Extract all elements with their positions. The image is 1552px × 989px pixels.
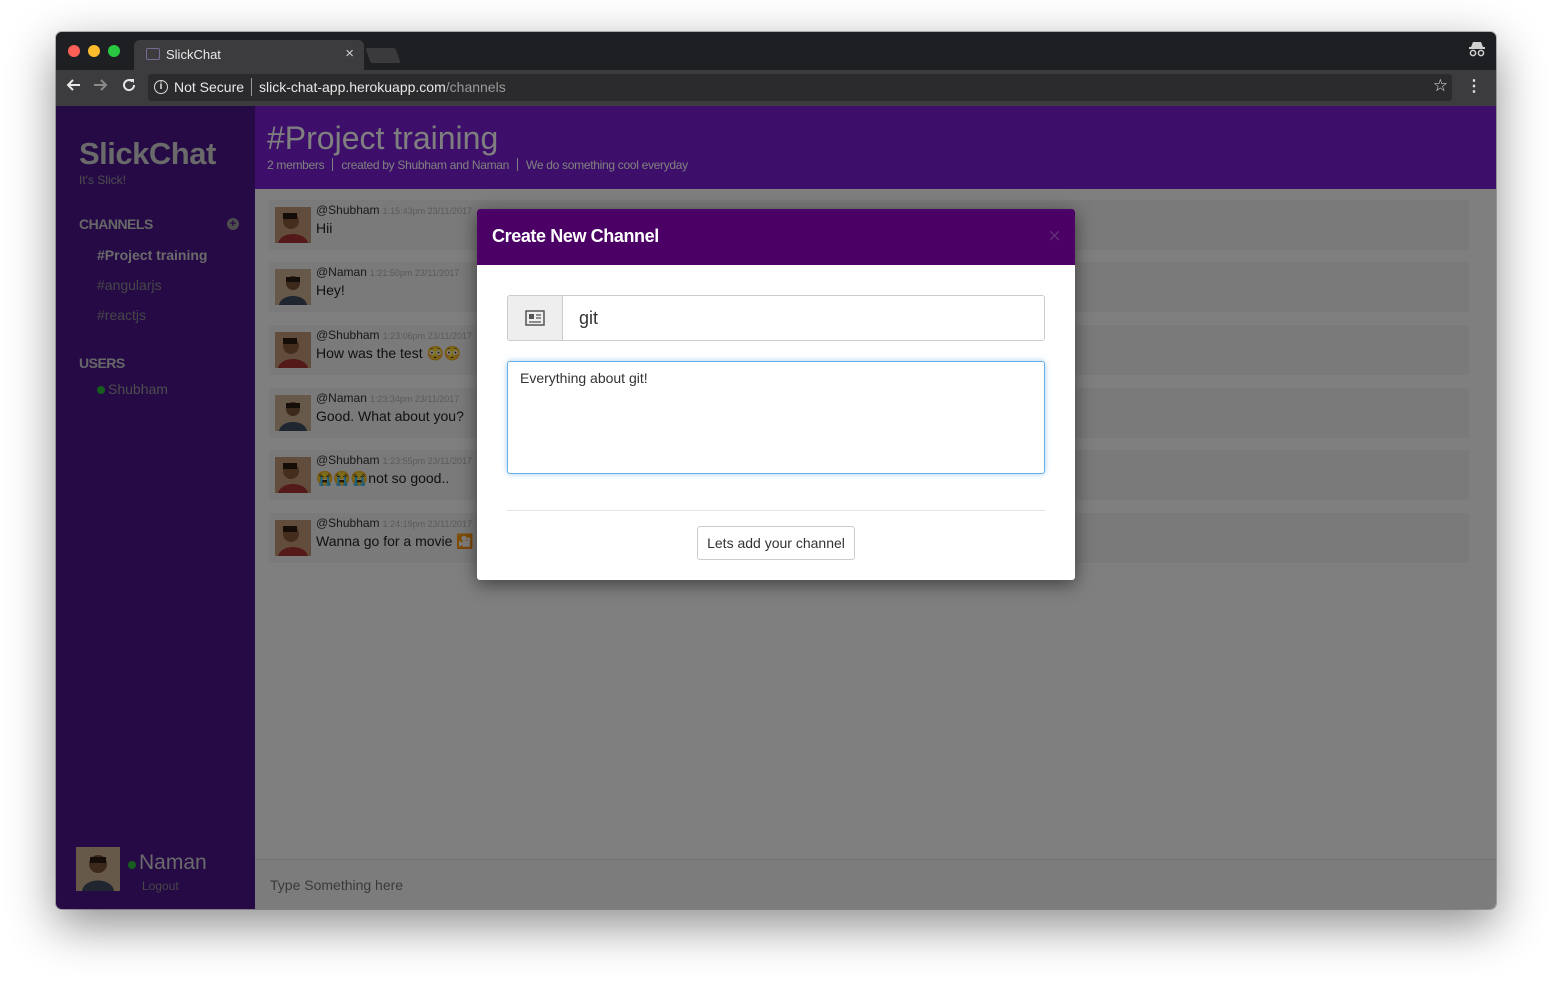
add-channel-button[interactable]: Lets add your channel [697,526,855,560]
reload-icon[interactable] [121,77,137,97]
browser-window: SlickChat × i Not Secure slick-chat-app.… [56,32,1496,909]
modal-header: Create New Channel × [477,209,1075,265]
modal-divider [507,510,1045,511]
channel-name-group [507,295,1045,341]
channel-name-input[interactable] [564,296,1044,340]
maximize-window-button[interactable] [108,45,120,57]
modal-title: Create New Channel [492,226,659,246]
slickchat-page: SlickChat It's Slick! CHANNELS + #Projec… [56,106,1496,909]
newspaper-icon [508,296,563,340]
bookmark-star-icon[interactable]: ☆ [1433,76,1448,96]
browser-tab[interactable]: SlickChat × [134,40,364,70]
back-arrow-icon[interactable] [65,77,81,97]
address-bar[interactable]: i Not Secure slick-chat-app.herokuapp.co… [148,74,1452,101]
tab-close-icon[interactable]: × [345,45,354,62]
new-tab-button[interactable] [365,48,401,63]
address-separator [251,78,252,96]
minimize-window-button[interactable] [88,45,100,57]
channel-description-textarea[interactable]: Everything about git! [507,361,1045,474]
incognito-icon [1468,41,1486,59]
url-path: /channels [445,79,506,95]
close-icon[interactable]: × [1048,225,1061,247]
tab-title: SlickChat [166,47,221,62]
close-window-button[interactable] [68,45,80,57]
url-text: slick-chat-app.herokuapp.com/channels [259,79,506,95]
info-icon[interactable]: i [154,80,168,94]
tab-bar: SlickChat × [56,32,1496,70]
forward-arrow-icon[interactable] [93,77,109,97]
browser-toolbar: i Not Secure slick-chat-app.herokuapp.co… [56,70,1496,106]
chat-bubble-icon [146,48,160,60]
browser-menu-icon[interactable]: ⋮ [1466,78,1482,96]
security-label: Not Secure [174,79,245,95]
url-host: slick-chat-app.herokuapp.com [259,79,446,95]
create-channel-modal: Create New Channel × Everything about gi… [477,209,1075,580]
